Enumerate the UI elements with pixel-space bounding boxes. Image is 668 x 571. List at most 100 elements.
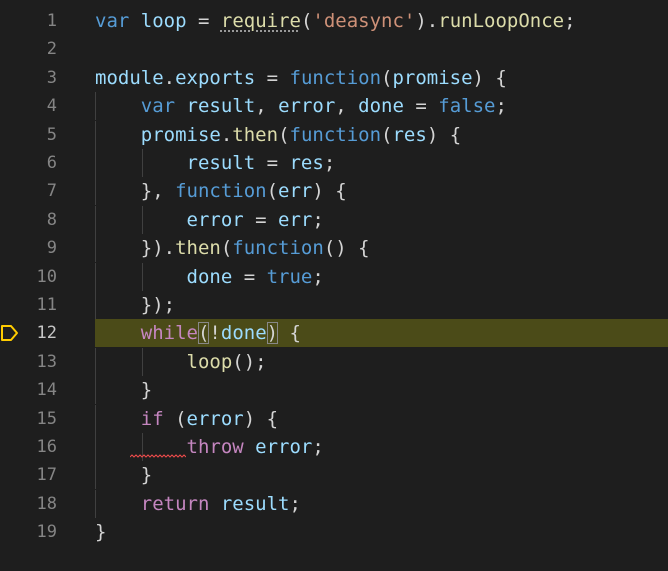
code-text[interactable]: }); <box>95 291 175 319</box>
code-text[interactable]: result = res; <box>95 149 336 177</box>
punctuation-token: } <box>95 379 153 402</box>
code-text[interactable]: } <box>95 461 152 489</box>
identifier-token: exports <box>175 66 256 89</box>
line-number[interactable]: 18 <box>20 490 57 518</box>
code-text[interactable]: }, function(err) { <box>95 177 347 205</box>
code-text[interactable]: if (error) { <box>95 405 278 433</box>
code-line[interactable]: 2 <box>0 35 668 63</box>
punctuation-token: = <box>232 265 267 288</box>
code-text[interactable]: loop(); <box>95 348 267 376</box>
punctuation-token: ( <box>278 123 290 146</box>
code-line[interactable]: 5 promise.then(function(res) { <box>0 120 668 149</box>
line-number[interactable]: 13 <box>20 348 57 376</box>
code-line[interactable]: 4 var result, error, done = false; <box>0 92 668 121</box>
identifier-token: res <box>392 123 427 146</box>
punctuation-token: }, <box>95 180 176 203</box>
code-text[interactable]: done = true; <box>95 263 324 291</box>
line-number[interactable]: 11 <box>20 291 57 319</box>
code-line[interactable]: 12 while(!done) { <box>0 319 668 348</box>
punctuation-token: . <box>163 66 176 89</box>
code-text[interactable]: promise.then(function(res) { <box>95 121 461 149</box>
code-text[interactable]: var result, error, done = false; <box>95 92 507 120</box>
punctuation-token <box>95 408 141 430</box>
punctuation-token: ; <box>564 10 576 32</box>
line-number[interactable]: 10 <box>20 263 57 291</box>
keyword-token: throw <box>186 436 244 458</box>
punctuation-token: } <box>95 521 107 544</box>
code-line[interactable]: 1 var loop = require('deasync').runLoopOn… <box>0 7 668 35</box>
code-editor[interactable]: 1 var loop = require('deasync').runLoopOn… <box>0 0 668 571</box>
line-number[interactable]: 1 <box>20 7 57 35</box>
code-text[interactable]: } <box>95 518 106 546</box>
punctuation-token <box>95 152 187 174</box>
keyword-token: false <box>438 95 496 118</box>
keyword-token: function <box>289 66 382 89</box>
line-number[interactable]: 17 <box>20 461 57 489</box>
code-text[interactable]: return result; <box>95 490 301 518</box>
code-line[interactable]: 16 throw error; <box>0 433 668 461</box>
line-number[interactable]: 15 <box>20 405 57 433</box>
code-line[interactable]: 10 done = true; <box>0 262 668 291</box>
punctuation-token: ( <box>220 237 233 260</box>
punctuation-token: = <box>243 208 279 231</box>
line-number[interactable]: 4 <box>20 92 57 120</box>
keyword-token: function <box>232 237 324 260</box>
punctuation-token: ) <box>266 322 279 345</box>
identifier-token: promise <box>140 123 221 146</box>
function-token: require <box>220 10 301 32</box>
code-line[interactable]: 11 }); <box>0 291 668 319</box>
punctuation-token <box>209 493 220 515</box>
code-line[interactable]: 6 result = res; <box>0 149 668 177</box>
punctuation-token: } <box>95 464 153 487</box>
debug-stackframe-arrow-icon[interactable] <box>0 324 20 342</box>
code-line[interactable]: 9 }).then(function() { <box>0 234 668 263</box>
code-text[interactable]: } <box>95 376 152 404</box>
punctuation-token: = <box>255 66 290 89</box>
line-number[interactable]: 3 <box>20 64 57 92</box>
punctuation-token: ( <box>197 322 210 345</box>
punctuation-token: }); <box>95 294 176 316</box>
punctuation-token <box>129 10 140 32</box>
code-line[interactable]: 17 } <box>0 461 668 490</box>
code-line[interactable]: 14 } <box>0 376 668 405</box>
line-number[interactable]: 9 <box>20 234 57 262</box>
code-text[interactable]: error = err; <box>95 206 324 234</box>
punctuation-token: ( <box>300 10 313 32</box>
punctuation-token: { <box>278 322 301 345</box>
line-number[interactable]: 5 <box>20 121 57 149</box>
code-line[interactable]: 15 if (error) { <box>0 404 668 433</box>
function-token: loop <box>186 350 233 373</box>
code-line[interactable]: 3 module.exports = function(promise) { <box>0 64 668 92</box>
line-number[interactable]: 2 <box>20 35 57 63</box>
line-number[interactable]: 6 <box>20 149 57 177</box>
line-number[interactable]: 16 <box>20 433 57 461</box>
code-text[interactable]: while(!done) { <box>95 319 301 347</box>
line-number[interactable]: 14 <box>20 376 57 404</box>
keyword-token: if <box>140 407 164 430</box>
punctuation-token: ) { <box>243 407 279 430</box>
identifier-token: err <box>278 208 313 231</box>
identifier-token: done <box>358 95 404 118</box>
keyword-token: true <box>266 265 313 288</box>
punctuation-token <box>95 95 141 117</box>
code-line[interactable]: 8 error = err; <box>0 205 668 234</box>
line-number[interactable]: 7 <box>20 177 57 205</box>
punctuation-token <box>175 95 186 117</box>
line-number[interactable]: 19 <box>20 518 57 546</box>
code-line[interactable]: 7 }, function(err) { <box>0 177 668 206</box>
line-number[interactable]: 8 <box>20 206 57 234</box>
code-text[interactable]: }).then(function() { <box>95 234 370 262</box>
code-line[interactable]: 18 return result; <box>0 489 668 518</box>
punctuation-token: ; <box>495 95 507 118</box>
error-squiggle[interactable] <box>130 454 186 458</box>
code-line[interactable]: 19} <box>0 518 668 546</box>
code-line[interactable]: 13 loop(); <box>0 347 668 376</box>
punctuation-token: . <box>220 123 233 146</box>
punctuation-token: ; <box>312 208 324 231</box>
line-number[interactable]: 12 <box>20 319 57 347</box>
code-text[interactable]: var loop = require('deasync').runLoopOnc… <box>95 7 576 35</box>
keyword-token: function <box>289 123 382 146</box>
keyword-token: var <box>140 95 176 118</box>
code-text[interactable]: module.exports = function(promise) { <box>95 64 507 92</box>
punctuation-token: }). <box>95 237 176 260</box>
